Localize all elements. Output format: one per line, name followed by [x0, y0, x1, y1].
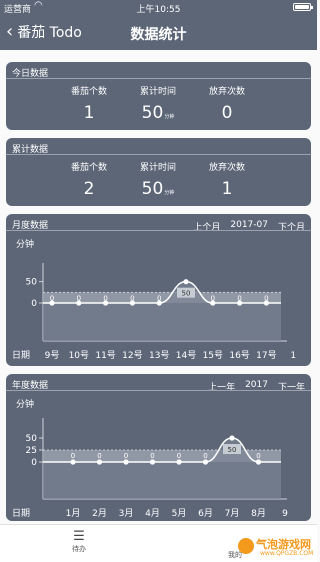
stat-count: 番茄个数 1	[49, 84, 129, 123]
area-fill	[43, 281, 281, 341]
data-label: 50	[182, 290, 191, 298]
y-axis-label: 分钟	[16, 398, 34, 410]
data-label: 0	[50, 294, 54, 302]
data-point	[255, 459, 262, 465]
area-fill	[43, 438, 281, 499]
x-tick-label: 5月	[172, 508, 187, 519]
y-tick-label: 25	[26, 446, 37, 456]
y-tick-label: 50	[26, 434, 38, 444]
data-label: 0	[103, 294, 107, 302]
x-tick-label: 16号	[229, 350, 249, 361]
header: 运营商 ◠ 上午10:55 ‹ 番茄 Todo 数据统计	[0, 0, 317, 50]
stat-abandon: 放弃次数 1	[187, 160, 267, 199]
y-tick-label: 50	[26, 278, 38, 288]
stat-label: 番茄个数	[70, 163, 107, 173]
x-axis-label: 日期	[12, 350, 30, 361]
data-point	[149, 459, 156, 465]
stat-label: 累计时间	[139, 87, 176, 97]
divider	[6, 78, 311, 79]
data-label: 0	[256, 452, 260, 460]
monthly-chart: 分钟 0 50 0 0 0 0 0 50 0 0 0 日期 9号 10号 11号 12号 13号 14号 15号 16号…	[12, 238, 296, 361]
data-label: 0	[177, 452, 181, 460]
tab-label: 待办	[72, 545, 86, 553]
navigation-bar: ‹ 番茄 Todo 数据统计	[0, 14, 317, 50]
data-point	[183, 279, 189, 285]
y-tick-label: 0	[31, 458, 37, 468]
stat-time: 累计时间 50分钟	[118, 84, 198, 123]
x-tick-label: 2月	[92, 508, 107, 519]
stat-value: 1	[221, 179, 233, 199]
time-unit: 分钟	[164, 190, 175, 196]
x-tick-label: 14号	[176, 350, 196, 361]
time-unit: 分钟	[164, 114, 175, 120]
data-point	[176, 459, 182, 465]
x-tick-label: 12号	[122, 350, 142, 361]
x-tick-label: 1月	[66, 508, 81, 519]
data-point	[229, 435, 235, 441]
x-tick-label: 6月	[198, 508, 213, 519]
data-point	[70, 459, 76, 465]
data-point	[202, 459, 209, 465]
stat-label: 放弃次数	[208, 163, 245, 173]
stat-count: 番茄个数 2	[49, 160, 129, 199]
stat-value: 0	[221, 103, 233, 123]
x-tick-label: 3月	[119, 508, 134, 519]
stat-value: 50分钟	[118, 103, 198, 123]
x-tick-label: 17号	[256, 350, 276, 361]
x-tick-label: 11号	[95, 350, 115, 361]
stat-value: 50分钟	[118, 179, 198, 199]
data-label: 0	[157, 294, 161, 302]
x-tick-label: 13号	[149, 350, 169, 361]
data-label: 0	[77, 294, 81, 302]
data-label: 50	[228, 446, 237, 454]
monthly-chart-card: 月度数据 上个月 2017-07 下个月 分钟 0 50 0 0 0 0 0 50 0 0 0 日期 9号…	[6, 214, 311, 366]
data-label: 0	[203, 452, 207, 460]
x-tick-label: 9号	[45, 350, 60, 361]
data-label: 0	[71, 452, 75, 460]
stat-value: 2	[83, 179, 95, 199]
watermark: 气泡游戏网 www.QPGZB.COM	[238, 536, 316, 560]
y-tick-label: 0	[31, 299, 37, 309]
stat-label: 番茄个数	[70, 87, 107, 97]
watermark-url: www.QPGZB.COM	[260, 550, 314, 557]
data-label: 0	[150, 452, 154, 460]
stat-value: 1	[83, 103, 95, 123]
data-point	[123, 459, 129, 465]
x-tick-label: 15号	[203, 350, 223, 361]
x-tick-label: 4月	[145, 508, 160, 519]
watermark-logo-icon	[238, 538, 254, 554]
x-tick-label: 7月	[225, 508, 240, 519]
total-stats-card: 累计数据 番茄个数 2 累计时间 50分钟 放弃次数 1	[6, 138, 311, 206]
tab-todo[interactable]: ☰ 待办	[64, 530, 94, 554]
x-tick-label: 10号	[69, 350, 89, 361]
stat-label: 累计时间	[139, 163, 176, 173]
status-bar: 运营商 ◠ 上午10:55	[0, 0, 317, 15]
x-tick-label: 8月	[251, 508, 266, 519]
stat-abandon: 放弃次数 0	[187, 84, 267, 123]
data-label: 0	[130, 294, 134, 302]
time-value: 50	[141, 179, 164, 199]
today-stats-card: 今日数据 番茄个数 1 累计时间 50分钟 放弃次数 0	[6, 62, 311, 130]
data-point	[96, 459, 103, 465]
stat-time: 累计时间 50分钟	[118, 160, 198, 199]
yearly-chart: 分钟 0 25 50 0 0 0 0 0 0 50 0 日期 1月 2月 3月 4月 5月 6月 7月 8月 9	[12, 398, 288, 519]
time-value: 50	[141, 103, 164, 123]
y-axis-label: 分钟	[16, 238, 34, 250]
divider	[6, 154, 311, 155]
x-axis-label: 日期	[12, 508, 30, 519]
list-icon: ☰	[73, 529, 85, 544]
x-tick-label: 9	[282, 509, 288, 519]
stat-label: 放弃次数	[208, 87, 245, 97]
page-title: 数据统计	[130, 27, 187, 43]
data-label: 0	[97, 452, 101, 460]
data-label: 0	[211, 294, 215, 302]
battery-icon	[293, 3, 313, 11]
data-label: 0	[237, 294, 241, 302]
x-tick-label: 1	[290, 351, 296, 361]
data-label: 0	[124, 452, 128, 460]
yearly-chart-card: 年度数据 上一年 2017 下一年 分钟 0 25 50 0 0 0 0 0 0 50 0 日期 1月 2月…	[6, 374, 311, 521]
data-label: 0	[264, 294, 268, 302]
